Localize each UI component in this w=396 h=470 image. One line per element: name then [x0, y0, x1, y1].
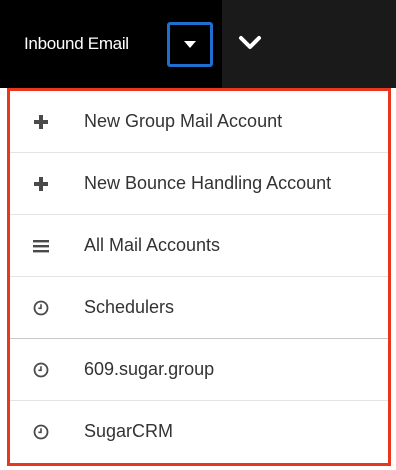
- menu-item-schedulers[interactable]: Schedulers: [10, 277, 388, 339]
- clock-icon: [33, 362, 49, 378]
- menu-item-label: Schedulers: [84, 297, 175, 317]
- dropdown-menu-list: New Group Mail Account New Bounce Handli…: [10, 91, 388, 463]
- list-icon: [33, 240, 49, 253]
- menu-item-all-mail-accounts[interactable]: All Mail Accounts: [10, 215, 388, 277]
- menu-item-label: New Bounce Handling Account: [84, 173, 332, 193]
- tab-label: Inbound Email: [24, 34, 129, 53]
- tab-inbound-email[interactable]: Inbound Email: [0, 0, 222, 88]
- tab-dropdown-menu: New Group Mail Account New Bounce Handli…: [7, 88, 391, 466]
- clock-icon: [33, 300, 49, 316]
- menu-item-label: 609.sugar.group: [84, 359, 215, 379]
- top-navigation-bar: Inbound Email: [0, 0, 396, 88]
- clock-icon: [33, 424, 49, 440]
- plus-icon: [34, 115, 48, 129]
- menu-item-new-group-mail-account[interactable]: New Group Mail Account: [10, 91, 388, 153]
- menu-item-new-bounce-handling-account[interactable]: New Bounce Handling Account: [10, 153, 388, 215]
- menu-item-label: All Mail Accounts: [84, 235, 221, 255]
- menu-item-recent-609-sugar-group[interactable]: 609.sugar.group: [10, 339, 388, 401]
- plus-icon: [34, 177, 48, 191]
- more-tabs-chevron-down-icon[interactable]: [238, 32, 262, 54]
- menu-item-label: SugarCRM: [84, 421, 174, 441]
- menu-item-label: New Group Mail Account: [84, 111, 283, 131]
- tab-dropdown-toggle-button[interactable]: [167, 22, 213, 67]
- menu-item-recent-sugarcrm[interactable]: SugarCRM: [10, 401, 388, 463]
